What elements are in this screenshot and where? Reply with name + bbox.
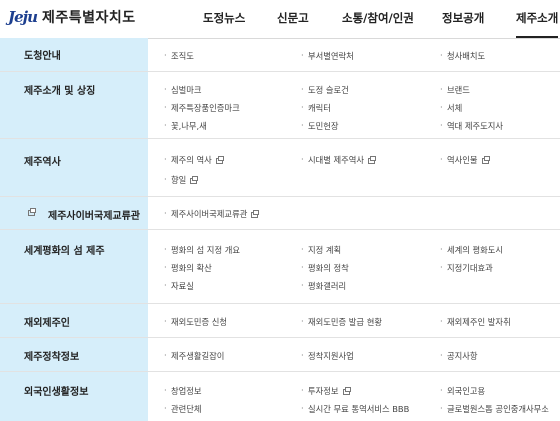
nav-jeju-intro[interactable]: 제주소개 [516, 0, 559, 38]
menu-link[interactable]: 제주사이버국제교류관 [164, 208, 260, 220]
menu-link[interactable]: 평화갤러리 [301, 280, 346, 292]
menu-link-label: 역사인물 [447, 155, 478, 165]
row-title-text: 제주사이버국제교류관 [48, 211, 140, 222]
menu-link[interactable]: 창업정보 [164, 385, 201, 397]
new-window-icon [481, 156, 490, 164]
nav-participation[interactable]: 소통/참여/인권 [342, 0, 414, 38]
menu-link-label: 투자정보 [308, 386, 339, 396]
menu-link[interactable]: 재외도민증 신청 [164, 316, 227, 328]
menu-link[interactable]: 서체 [440, 102, 462, 114]
menu-link[interactable]: 도민헌장 [301, 120, 338, 132]
menu-link[interactable]: 공지사항 [440, 350, 477, 362]
row-title: 외국인생활정보 [0, 372, 148, 421]
menu-link[interactable]: 평화의 확산 [164, 262, 212, 274]
menu-link[interactable]: 심벌마크 [164, 84, 201, 96]
menu-link[interactable]: 부서별연락처 [301, 50, 354, 62]
row-title: 제주소개 및 상징 [0, 72, 148, 138]
menu-link[interactable]: 세계의 평화도시 [440, 244, 503, 256]
menu-link[interactable]: 정착지원사업 [301, 350, 354, 362]
menu-link[interactable]: 글로벌원스톱 공인중개사무소 [440, 403, 549, 415]
menu-link-label: 제주의 역사 [171, 155, 212, 165]
menu-link[interactable]: 재외제주인 발자취 [440, 316, 511, 328]
menu-link[interactable]: 브랜드 [440, 84, 470, 96]
menu-link[interactable]: 관련단체 [164, 403, 201, 415]
menu-link[interactable]: 꽃,나무,새 [164, 120, 207, 132]
menu-link[interactable]: 지정 계획 [301, 244, 341, 256]
logo-mark: Jeju [8, 8, 38, 26]
new-window-icon [342, 387, 351, 395]
menu-link[interactable]: 제주의 역사 [164, 154, 224, 166]
logo-text: 제주특별자치도 [41, 10, 136, 26]
menu-link[interactable]: 지정기대효과 [440, 262, 493, 274]
menu-link[interactable]: 도정 슬로건 [301, 84, 349, 96]
menu-row: 제주사이버국제교류관 제주사이버국제교류관 [0, 197, 560, 230]
row-title: 세계평화의 섬 제주 [0, 230, 148, 303]
new-window-icon [368, 156, 377, 164]
row-title: 제주역사 [0, 139, 148, 196]
menu-link[interactable]: 평화의 섬 지정 개요 [164, 244, 240, 256]
menu-link[interactable]: 제주특장품인증마크 [164, 102, 240, 114]
menu-link-label: 향일 [171, 175, 187, 185]
menu-row: 제주정착정보 제주생활길잡이 정착지원사업 공지사항 [0, 338, 560, 372]
menu-row: 세계평화의 섬 제주 평화의 섬 지정 개요 지정 계획 세계의 평화도시 평화… [0, 230, 560, 304]
new-window-icon [251, 210, 260, 218]
menu-link[interactable]: 외국인고용 [440, 385, 485, 397]
menu-link[interactable]: 캐릭터 [301, 102, 331, 114]
site-header: Jeju 제주특별자치도 도정뉴스 신문고 소통/참여/인권 정보공개 제주소개 [0, 0, 560, 39]
menu-link-label: 시대별 제주역사 [308, 155, 365, 165]
menu-link[interactable]: 자료실 [164, 280, 194, 292]
nav-petition[interactable]: 신문고 [277, 0, 309, 38]
new-window-icon [215, 156, 224, 164]
menu-link[interactable]: 역사인물 [440, 154, 490, 166]
menu-link[interactable]: 평화의 정착 [301, 262, 349, 274]
menu-link[interactable]: 청사배치도 [440, 50, 485, 62]
menu-link[interactable]: 조직도 [164, 50, 194, 62]
menu-link[interactable]: 역대 제주도지사 [440, 120, 503, 132]
row-title: 제주정착정보 [0, 338, 148, 371]
row-title-label[interactable]: 제주사이버국제교류관 [24, 207, 140, 222]
menu-row: 외국인생활정보 창업정보 투자정보 외국인고용 관련단체 실시간 무료 통역서비… [0, 372, 560, 421]
site-logo[interactable]: Jeju 제주특별자치도 [8, 6, 136, 28]
menu-link-label: 제주사이버국제교류관 [171, 209, 248, 219]
menu-link[interactable]: 시대별 제주역사 [301, 154, 377, 166]
new-window-icon [28, 208, 36, 216]
menu-row: 제주역사 제주의 역사 시대별 제주역사 역사인물 향일 [0, 139, 560, 197]
menu-link[interactable]: 제주생활길잡이 [164, 350, 224, 362]
row-title: 도청안내 [0, 38, 148, 71]
nav-information[interactable]: 정보공개 [442, 0, 484, 38]
nav-news[interactable]: 도정뉴스 [203, 0, 245, 38]
row-title: 재외제주인 [0, 304, 148, 337]
menu-row: 재외제주인 재외도민증 신청 재외도민증 발급 현황 재외제주인 발자취 [0, 304, 560, 338]
row-title: 제주사이버국제교류관 [0, 197, 148, 229]
menu-link[interactable]: 향일 [164, 174, 199, 186]
new-window-icon [190, 176, 199, 184]
menu-link[interactable]: 투자정보 [301, 385, 351, 397]
menu-row: 제주소개 및 상징 심벌마크 도정 슬로건 브랜드 제주특장품인증마크 캐릭터 … [0, 72, 560, 139]
menu-row: 도청안내 조직도 부서별연락처 청사배치도 [0, 38, 560, 72]
menu-link[interactable]: 재외도민증 발급 현황 [301, 316, 382, 328]
menu-link[interactable]: 실시간 무료 통역서비스 BBB [301, 403, 409, 415]
